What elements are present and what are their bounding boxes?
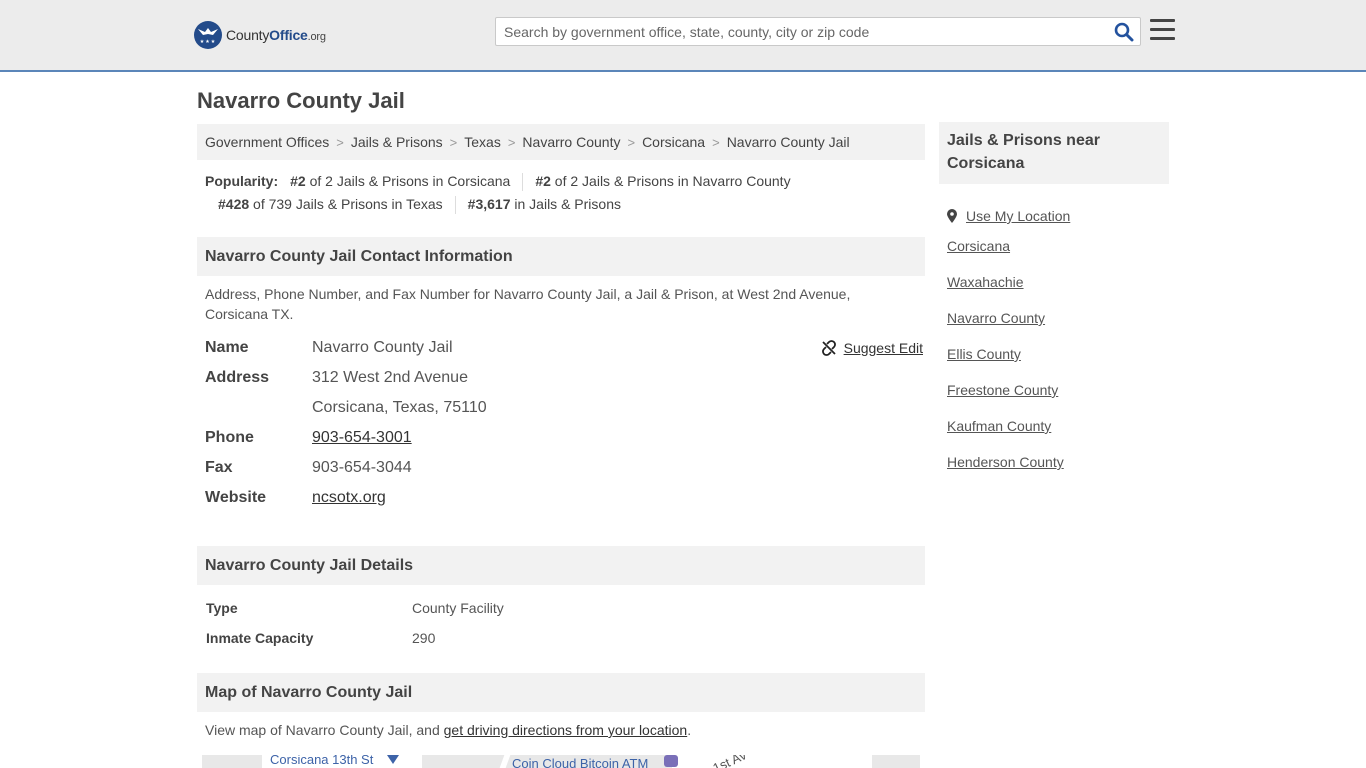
fax-value: 903-654-3044 — [312, 459, 412, 476]
inmate-capacity-value: 290 — [412, 630, 436, 646]
name-label: Name — [205, 339, 249, 356]
sidebar-link[interactable]: Kaufman County — [947, 418, 1051, 434]
sidebar-link[interactable]: Corsicana — [947, 238, 1010, 254]
map-street-label: Corsicana 13th St — [270, 755, 374, 767]
website-link[interactable]: ncsotx.org — [312, 489, 386, 506]
details-section-heading: Navarro County Jail Details — [197, 546, 925, 585]
contact-details: Name Navarro County Jail Suggest Edit Ad… — [205, 333, 923, 513]
map-description: View map of Navarro County Jail, and get… — [205, 722, 692, 738]
sidebar-item-freestone-county[interactable]: Freestone County — [947, 378, 1070, 414]
sidebar-item-kaufman-county[interactable]: Kaufman County — [947, 414, 1070, 450]
breadcrumb-separator-icon: > — [712, 134, 720, 150]
type-value: County Facility — [412, 600, 504, 616]
site-header: ★★★ CountyOffice.org — [0, 0, 1366, 72]
hamburger-menu-icon[interactable] — [1150, 19, 1175, 41]
map-section-heading: Map of Navarro County Jail — [197, 673, 925, 712]
breadcrumb-corsicana[interactable]: Corsicana — [642, 134, 705, 150]
divider — [454, 195, 456, 214]
breadcrumb-separator-icon: > — [627, 134, 636, 150]
breadcrumb-separator-icon: > — [336, 134, 344, 150]
site-logo[interactable]: ★★★ CountyOffice.org — [194, 20, 326, 50]
popularity-item: #428 of 739 Jails & Prisons in Texas — [218, 196, 443, 212]
map-marker-icon — [387, 755, 399, 764]
page-title: Navarro County Jail — [197, 88, 405, 113]
popularity-item: #2 of 2 Jails & Prisons in Navarro Count… — [535, 173, 791, 189]
website-label: Website — [205, 489, 267, 506]
contact-section-heading: Navarro County Jail Contact Information — [197, 237, 925, 276]
address-line2: Corsicana, Texas, 75110 — [312, 399, 487, 416]
contact-row-phone: Phone 903-654-3001 — [205, 423, 923, 453]
popularity-item: #3,617 in Jails & Prisons — [467, 196, 621, 212]
phone-link[interactable]: 903-654-3001 — [312, 429, 412, 446]
eagle-seal-icon: ★★★ — [194, 21, 222, 49]
sidebar-item-corsicana[interactable]: Corsicana — [947, 234, 1070, 270]
sidebar-link[interactable]: Navarro County — [947, 310, 1045, 326]
sidebar-list: Use My Location Corsicana Waxahachie Nav… — [947, 198, 1070, 486]
contact-row-address2: Corsicana, Texas, 75110 — [205, 393, 923, 423]
location-map[interactable]: Corsicana 13th St Coin Cloud Bitcoin ATM… — [202, 755, 920, 768]
address-label: Address — [205, 369, 270, 386]
name-value: Navarro County Jail — [312, 339, 453, 356]
use-my-location[interactable]: Use My Location — [947, 198, 1070, 234]
type-label: Type — [206, 600, 238, 616]
breadcrumb-separator-icon: > — [507, 134, 516, 150]
search-box — [495, 17, 1141, 46]
search-input[interactable] — [496, 18, 1106, 45]
breadcrumb-current: Navarro County Jail — [726, 134, 850, 150]
sidebar-heading: Jails & Prisons near Corsicana — [939, 122, 1169, 184]
sidebar-link[interactable]: Waxahachie — [947, 274, 1024, 290]
broken-link-icon — [821, 340, 836, 356]
inmate-capacity-label: Inmate Capacity — [206, 630, 314, 646]
contact-row-website: Website ncsotx.org — [205, 483, 923, 513]
sidebar-link[interactable]: Ellis County — [947, 346, 1021, 362]
sidebar-link[interactable]: Freestone County — [947, 382, 1058, 398]
popularity-label: Popularity: — [205, 173, 279, 189]
breadcrumb-navarro-county[interactable]: Navarro County — [522, 134, 620, 150]
atm-icon — [664, 755, 678, 767]
breadcrumb-separator-icon: > — [449, 134, 458, 150]
breadcrumb-jails-prisons[interactable]: Jails & Prisons — [351, 134, 443, 150]
suggest-edit-button[interactable]: Suggest Edit — [821, 333, 923, 363]
contact-row-fax: Fax 903-654-3044 — [205, 453, 923, 483]
map-poi-label: Coin Cloud Bitcoin ATM — [512, 756, 649, 768]
contact-description: Address, Phone Number, and Fax Number fo… — [205, 286, 851, 322]
breadcrumb-government-offices[interactable]: Government Offices — [205, 134, 329, 150]
use-my-location-link[interactable]: Use My Location — [966, 204, 1070, 228]
sidebar-item-henderson-county[interactable]: Henderson County — [947, 450, 1070, 486]
sidebar-item-waxahachie[interactable]: Waxahachie — [947, 270, 1070, 306]
search-icon[interactable] — [1114, 22, 1134, 42]
sidebar-item-navarro-county[interactable]: Navarro County — [947, 306, 1070, 342]
sidebar-link[interactable]: Henderson County — [947, 454, 1064, 470]
suggest-edit-link[interactable]: Suggest Edit — [844, 333, 923, 363]
address-line1: 312 West 2nd Avenue — [312, 369, 468, 386]
sidebar-item-ellis-county[interactable]: Ellis County — [947, 342, 1070, 378]
popularity-block: Popularity: #2 of 2 Jails & Prisons in C… — [205, 170, 925, 216]
driving-directions-link[interactable]: get driving directions from your locatio… — [444, 722, 688, 738]
divider — [522, 172, 524, 191]
fax-label: Fax — [205, 459, 233, 476]
breadcrumb: Government Offices > Jails & Prisons > T… — [197, 124, 925, 160]
logo-wordmark: CountyOffice.org — [226, 27, 326, 43]
phone-label: Phone — [205, 429, 254, 446]
contact-row-address: Address 312 West 2nd Avenue — [205, 363, 923, 393]
popularity-item: #2 of 2 Jails & Prisons in Corsicana — [290, 173, 511, 189]
contact-row-name: Name Navarro County Jail Suggest Edit — [205, 333, 923, 363]
location-pin-icon — [947, 209, 957, 223]
breadcrumb-texas[interactable]: Texas — [464, 134, 501, 150]
